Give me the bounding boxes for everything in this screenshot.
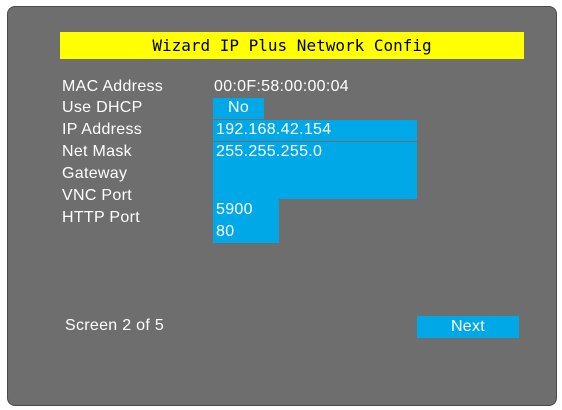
use-dhcp-label: Use DHCP xyxy=(62,99,143,116)
screen-indicator: Screen 2 of 5 xyxy=(65,317,165,334)
next-button[interactable]: Next xyxy=(417,316,519,338)
wizard-screen: Wizard IP Plus Network Config MAC Addres… xyxy=(7,6,557,406)
net-mask-label: Net Mask xyxy=(62,143,132,160)
net-mask-field[interactable]: 255.255.255.0 xyxy=(213,142,417,163)
ip-address-field[interactable]: 192.168.42.154 xyxy=(213,120,417,141)
gateway-label: Gateway xyxy=(62,165,128,182)
use-dhcp-toggle[interactable]: No xyxy=(213,98,264,119)
gateway-field[interactable] xyxy=(213,163,417,199)
http-port-field[interactable]: 80 xyxy=(213,221,279,243)
mac-address-value: 00:0F:58:00:00:04 xyxy=(214,78,349,95)
ip-address-label: IP Address xyxy=(62,121,143,138)
vnc-port-label: VNC Port xyxy=(62,187,132,204)
http-port-label: HTTP Port xyxy=(62,209,140,226)
wizard-title: Wizard IP Plus Network Config xyxy=(60,32,524,59)
vnc-port-field[interactable]: 5900 xyxy=(213,199,279,221)
mac-address-label: MAC Address xyxy=(62,78,164,95)
